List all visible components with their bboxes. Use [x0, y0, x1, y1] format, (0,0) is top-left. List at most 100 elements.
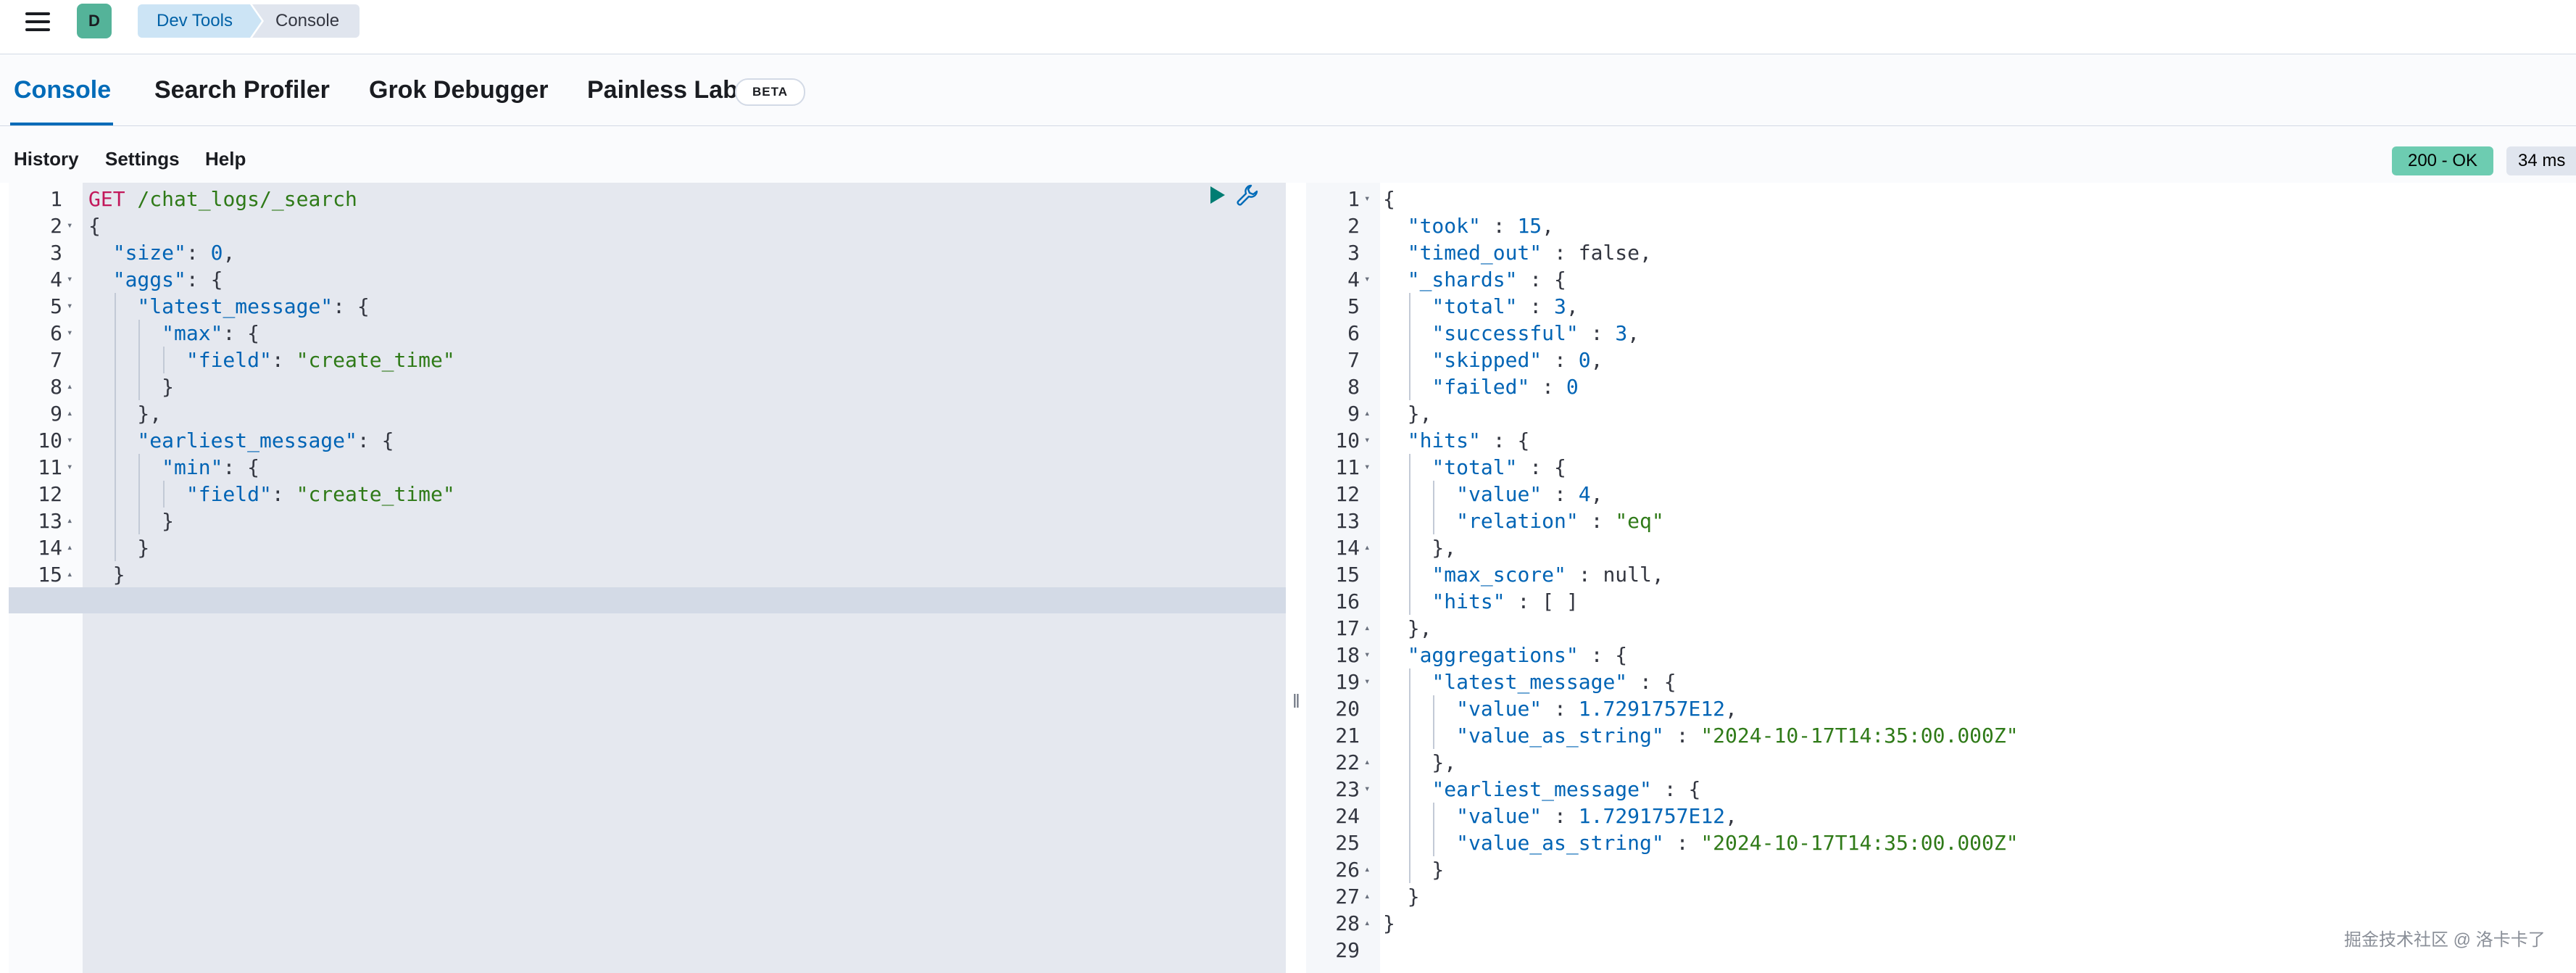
- response-line-number: 13: [1335, 509, 1360, 533]
- fold-expand-icon[interactable]: ▴: [1364, 749, 1370, 776]
- response-line-number: 12: [1335, 482, 1360, 506]
- request-line-number: 3: [50, 241, 62, 265]
- resize-handle-icon[interactable]: ‖: [1292, 690, 1300, 713]
- fold-collapse-icon[interactable]: ▾: [1364, 427, 1370, 454]
- response-line-number: 29: [1335, 938, 1360, 962]
- response-code-line: }: [1383, 858, 1445, 882]
- help-link[interactable]: Help: [205, 148, 246, 170]
- fold-collapse-icon[interactable]: ▾: [1364, 266, 1370, 293]
- response-editor[interactable]: 1 ▾ 2 3 4 ▾ 5 6 7 8 9 ▴ 10 ▾ 11 ▾ 12 13 14 ▴ 15 16 17 ▴ 18 ▾ 19 ▾ 20…: [1306, 183, 2576, 973]
- tab-console[interactable]: Console: [14, 76, 111, 104]
- response-line-number: 19: [1335, 670, 1360, 694]
- fold-expand-icon[interactable]: ▴: [67, 400, 72, 427]
- fold-collapse-icon[interactable]: ▾: [67, 293, 72, 320]
- fold-expand-icon[interactable]: ▴: [1364, 615, 1370, 642]
- request-code[interactable]: GET /chat_logs/_search { "size": 0, "aggs…: [83, 183, 1286, 973]
- response-code-line: "value" : 4,: [1456, 482, 1603, 506]
- fold-expand-icon[interactable]: ▴: [1364, 910, 1370, 937]
- response-line-number: 21: [1335, 724, 1360, 748]
- response-code-line: },: [1383, 536, 1457, 560]
- beta-badge: BETA: [735, 78, 806, 106]
- fold-collapse-icon[interactable]: ▾: [67, 454, 72, 481]
- response-code-line: "skipped" : 0,: [1432, 348, 1603, 372]
- request-code-line: }: [88, 536, 150, 560]
- fold-expand-icon[interactable]: ▴: [67, 508, 72, 534]
- response-line-number: 9: [1347, 402, 1360, 426]
- fold-expand-icon[interactable]: ▴: [1364, 534, 1370, 561]
- response-line-number: 3: [1347, 241, 1360, 265]
- response-line-number: 15: [1335, 563, 1360, 587]
- panel-resizer[interactable]: ‖: [1286, 183, 1306, 973]
- dev-tools-tabs: Console Search Profiler Grok Debugger Pa…: [0, 54, 2576, 126]
- fold-expand-icon[interactable]: ▴: [67, 534, 72, 561]
- response-code-line: "value" : 1.7291757E12,: [1456, 804, 1737, 828]
- fold-collapse-icon[interactable]: ▾: [1364, 776, 1370, 803]
- response-code-line: "value_as_string" : "2024-10-17T14:35:00…: [1456, 724, 2019, 748]
- response-line-number: 28: [1335, 911, 1360, 935]
- space-avatar[interactable]: D: [77, 4, 112, 38]
- response-line-number: 14: [1335, 536, 1360, 560]
- request-code-line: GET /chat_logs/_search: [88, 187, 357, 211]
- top-bar: D Dev Tools Console: [0, 0, 2576, 54]
- response-line-number: 18: [1335, 643, 1360, 667]
- response-line-number: 6: [1347, 321, 1360, 345]
- response-line-number: 27: [1335, 885, 1360, 908]
- status-badge: 200 - OK: [2392, 146, 2493, 175]
- breadcrumb-console: Console: [252, 4, 360, 38]
- response-code-line: "earliest_message" : {: [1432, 777, 1701, 801]
- hamburger-menu-icon[interactable]: [23, 10, 52, 35]
- fold-collapse-icon[interactable]: ▾: [1364, 186, 1370, 212]
- request-code-line: "earliest_message": {: [137, 428, 394, 452]
- request-code-line: {: [88, 214, 101, 238]
- fold-expand-icon[interactable]: ▴: [67, 373, 72, 400]
- play-icon[interactable]: [1209, 185, 1226, 205]
- request-code-line: "aggs": {: [112, 268, 223, 291]
- response-code-line: "took" : 15,: [1407, 214, 1555, 238]
- fold-collapse-icon[interactable]: ▾: [67, 320, 72, 347]
- fold-expand-icon[interactable]: ▴: [67, 561, 72, 588]
- request-line-number: 2: [50, 214, 62, 238]
- fold-collapse-icon[interactable]: ▾: [1364, 454, 1370, 481]
- response-code-line: "successful" : 3,: [1432, 321, 1640, 345]
- tab-grok-debugger[interactable]: Grok Debugger: [369, 76, 548, 104]
- request-code-line: },: [88, 402, 162, 426]
- breadcrumb-dev-tools[interactable]: Dev Tools: [138, 4, 262, 38]
- request-line-number: 4: [50, 268, 62, 291]
- history-link[interactable]: History: [14, 148, 79, 170]
- response-line-number: 10: [1335, 428, 1360, 452]
- request-editor[interactable]: 12▾34▾5▾6▾78▴9▴10▾11▾1213▴14▴15▴16▴ GET …: [9, 183, 1286, 973]
- request-code-line: }: [88, 375, 175, 399]
- request-code-line: "min": {: [162, 455, 260, 479]
- fold-expand-icon[interactable]: ▴: [1364, 400, 1370, 427]
- request-time-badge: 34 ms: [2506, 146, 2576, 175]
- response-code-line: "relation" : "eq": [1456, 509, 1664, 533]
- fold-collapse-icon[interactable]: ▾: [67, 427, 72, 454]
- fold-collapse-icon[interactable]: ▾: [1364, 668, 1370, 695]
- response-code-line: "value_as_string" : "2024-10-17T14:35:00…: [1456, 831, 2019, 855]
- response-line-number: 20: [1335, 697, 1360, 721]
- response-line-number: 4: [1347, 268, 1360, 291]
- fold-collapse-icon[interactable]: ▾: [1364, 642, 1370, 668]
- response-line-number: 24: [1335, 804, 1360, 828]
- fold-expand-icon[interactable]: ▴: [1364, 883, 1370, 910]
- request-code-line: "size": 0,: [112, 241, 236, 265]
- request-code-line: }: [88, 509, 175, 533]
- active-line-highlight: [9, 587, 1286, 613]
- response-code-line: "_shards" : {: [1407, 268, 1566, 291]
- tab-painless-lab[interactable]: Painless Lab: [587, 76, 738, 104]
- response-line-number: 25: [1335, 831, 1360, 855]
- response-line-number: 1: [1347, 187, 1360, 211]
- wrench-icon[interactable]: [1235, 183, 1260, 207]
- active-tab-indicator: [10, 123, 113, 125]
- response-code-line: "hits" : {: [1407, 428, 1530, 452]
- response-code-line: "max_score" : null,: [1432, 563, 1664, 587]
- response-code-line: },: [1383, 402, 1432, 426]
- request-code-line: "field": "create_time": [186, 482, 455, 506]
- fold-collapse-icon[interactable]: ▾: [67, 266, 72, 293]
- tab-search-profiler[interactable]: Search Profiler: [154, 76, 330, 104]
- response-code[interactable]: { "took" : 15, "timed_out" : false, "_sh…: [1380, 183, 2576, 973]
- settings-link[interactable]: Settings: [105, 148, 180, 170]
- fold-collapse-icon[interactable]: ▾: [67, 212, 72, 239]
- fold-expand-icon[interactable]: ▴: [1364, 856, 1370, 883]
- request-line-number: 11: [38, 455, 62, 479]
